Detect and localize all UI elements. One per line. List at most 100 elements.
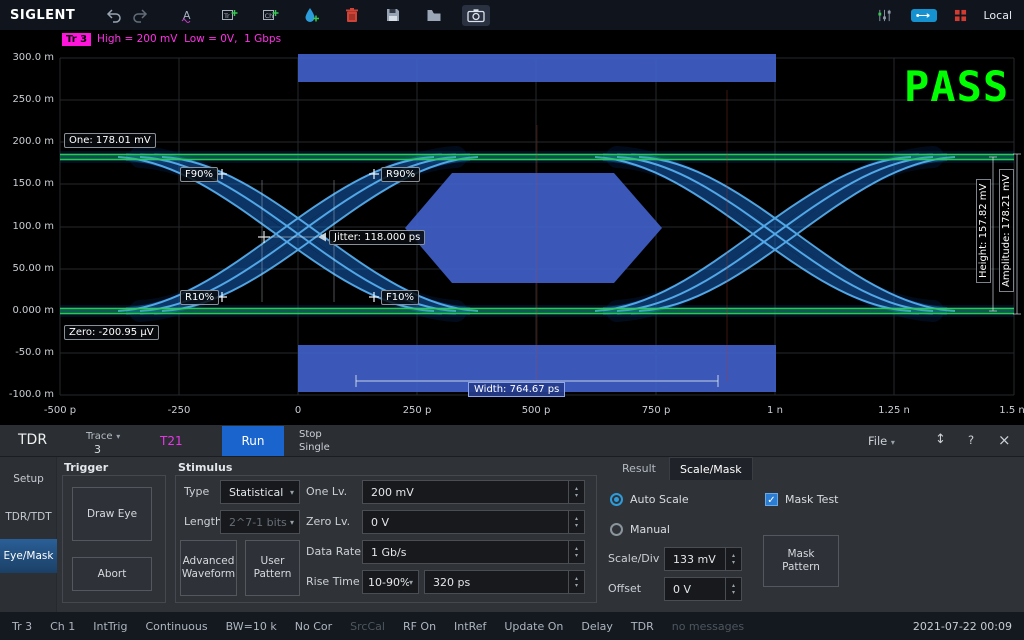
aux-trace-label[interactable]: T21 xyxy=(160,434,183,448)
f10-marker-label: F10% xyxy=(381,290,419,305)
manual-radio[interactable]: Manual xyxy=(610,523,670,536)
mask-test-label: Mask Test xyxy=(785,493,839,506)
zero-level-input[interactable]: 0 V ▴ ▾ xyxy=(362,510,585,534)
add-channel-button[interactable]: Ch xyxy=(257,3,283,27)
rise-time-input[interactable]: 320 ps ▴ ▾ xyxy=(424,570,585,594)
spin-up-icon: ▴ xyxy=(575,486,578,492)
stimulus-group-label: Stimulus xyxy=(178,461,232,474)
add-trace-button[interactable]: Tr xyxy=(216,3,242,27)
abort-button[interactable]: Abort xyxy=(72,557,152,591)
jitter-readout: Jitter: 118.000 ps xyxy=(329,230,425,245)
height-readout: Height: 157.82 mV xyxy=(976,179,991,283)
top-toolbar: SIGLENT A xyxy=(0,0,1024,30)
type-dropdown[interactable]: Statistical ▾ xyxy=(220,480,300,504)
stepper[interactable]: ▴ ▾ xyxy=(725,548,741,570)
save-button[interactable] xyxy=(380,3,406,27)
sidebar-item-eye-mask[interactable]: Eye/Mask xyxy=(0,539,57,573)
toolbar-icon-group: A Tr Ch xyxy=(175,3,490,27)
auto-scale-radio[interactable]: Auto Scale xyxy=(610,493,689,506)
status-reference: IntRef xyxy=(454,620,486,633)
lan-status-indicator[interactable] xyxy=(951,3,969,27)
screenshot-button[interactable] xyxy=(462,5,490,26)
svg-text:Ch: Ch xyxy=(264,12,273,20)
file-menu[interactable]: File ▾ xyxy=(868,434,895,448)
offset-value: 0 V xyxy=(665,583,725,596)
spin-down-icon: ▾ xyxy=(575,523,578,529)
rise-time-range-dropdown[interactable]: 10-90% ▾ xyxy=(362,570,419,594)
resize-panel-button[interactable]: ↕ xyxy=(935,432,946,447)
function-icon: A xyxy=(180,7,196,23)
zero-level-value: 0 V xyxy=(363,516,568,529)
scale-div-value: 133 mV xyxy=(665,553,725,566)
advanced-waveform-button[interactable]: Advanced Waveform xyxy=(180,540,237,596)
one-level-input[interactable]: 200 mV ▴ ▾ xyxy=(362,480,585,504)
trace-tag: Tr 3 xyxy=(62,33,91,46)
width-readout: Width: 764.67 ps xyxy=(468,382,565,397)
mask-pattern-button[interactable]: Mask Pattern xyxy=(763,535,839,587)
offset-input[interactable]: 0 V ▴ ▾ xyxy=(664,577,742,601)
spin-down-icon: ▾ xyxy=(575,493,578,499)
svg-text:A: A xyxy=(183,9,191,22)
sidebar-item-tdr-tdt[interactable]: TDR/TDT xyxy=(0,501,57,533)
auto-scale-label: Auto Scale xyxy=(630,493,689,506)
x-axis-tick: 0 xyxy=(295,405,301,416)
scale-div-input[interactable]: 133 mV ▴ ▾ xyxy=(664,547,742,571)
mask-test-result: PASS xyxy=(904,62,1009,111)
toolbar-status-area: Local xyxy=(871,3,1024,27)
length-dropdown[interactable]: 2^7-1 bits ▾ xyxy=(220,510,300,534)
add-marker-button[interactable] xyxy=(298,3,324,27)
tab-scale-mask[interactable]: Scale/Mask xyxy=(669,457,753,480)
stop-single-button[interactable]: Stop Single xyxy=(299,428,330,454)
help-button[interactable]: ? xyxy=(968,433,974,447)
auto-setup-button[interactable]: A xyxy=(175,3,201,27)
panel-header: TDR Trace ▾ 3 T21 Run Stop Single File ▾… xyxy=(0,425,1024,457)
status-bar: Tr 3 Ch 1 IntTrig Continuous BW=10 k No … xyxy=(0,612,1024,640)
spin-up-icon: ▴ xyxy=(575,546,578,552)
y-axis-tick: 100.0 m xyxy=(0,221,54,232)
system-settings-button[interactable] xyxy=(871,3,897,27)
usb-status-indicator[interactable] xyxy=(911,9,937,22)
local-remote-label[interactable]: Local xyxy=(983,9,1012,22)
siglent-logo: SIGLENT xyxy=(0,8,75,23)
trace-selector[interactable]: Trace ▾ 3 xyxy=(86,428,120,456)
stepper[interactable]: ▴ ▾ xyxy=(568,481,584,503)
file-menu-label: File xyxy=(868,434,887,448)
stepper[interactable]: ▴ ▾ xyxy=(568,511,584,533)
chevron-down-icon: ▾ xyxy=(290,518,299,527)
trace-info: High = 200 mV Low = 0V, 1 Gbps xyxy=(97,33,281,46)
tab-result[interactable]: Result xyxy=(612,457,666,480)
stepper[interactable]: ▴ ▾ xyxy=(725,578,741,600)
sidebar-item-setup[interactable]: Setup xyxy=(0,463,57,495)
y-axis-tick: 0.000 m xyxy=(0,305,54,316)
lan-grid-icon xyxy=(954,9,967,22)
spin-up-icon: ▴ xyxy=(732,553,735,559)
status-bandwidth: BW=10 k xyxy=(226,620,277,633)
data-rate-input[interactable]: 1 Gb/s ▴ ▾ xyxy=(362,540,585,564)
user-pattern-button[interactable]: User Pattern xyxy=(245,540,300,596)
x-axis-tick: -250 xyxy=(168,405,191,416)
run-button[interactable]: Run xyxy=(222,426,284,456)
rise-time-label: Rise Time xyxy=(306,570,360,594)
stepper[interactable]: ▴ ▾ xyxy=(568,541,584,563)
length-value: 2^7-1 bits xyxy=(221,516,290,529)
delete-button[interactable] xyxy=(339,3,365,27)
chevron-down-icon: ▾ xyxy=(290,488,299,497)
close-panel-button[interactable]: × xyxy=(998,431,1011,449)
x-axis-tick: 750 p xyxy=(642,405,671,416)
mask-test-checkbox[interactable]: ✓ Mask Test xyxy=(765,493,839,506)
status-channel: Ch 1 xyxy=(50,620,75,633)
redo-button[interactable] xyxy=(127,3,153,27)
undo-button[interactable] xyxy=(101,3,127,27)
draw-eye-button[interactable]: Draw Eye xyxy=(72,487,152,541)
manual-label: Manual xyxy=(630,523,670,536)
eye-diagram-plot-area[interactable]: Tr 3 High = 200 mV Low = 0V, 1 Gbps PASS… xyxy=(0,30,1024,425)
data-rate-value: 1 Gb/s xyxy=(363,546,568,559)
open-file-button[interactable] xyxy=(421,3,447,27)
chevron-down-icon: ▾ xyxy=(409,578,418,587)
status-update: Update On xyxy=(504,620,563,633)
spin-up-icon: ▴ xyxy=(575,516,578,522)
status-delay: Delay xyxy=(581,620,613,633)
stepper[interactable]: ▴ ▾ xyxy=(568,571,584,593)
svg-text:Tr: Tr xyxy=(223,12,230,20)
trace-selector-label: Trace xyxy=(86,431,113,442)
